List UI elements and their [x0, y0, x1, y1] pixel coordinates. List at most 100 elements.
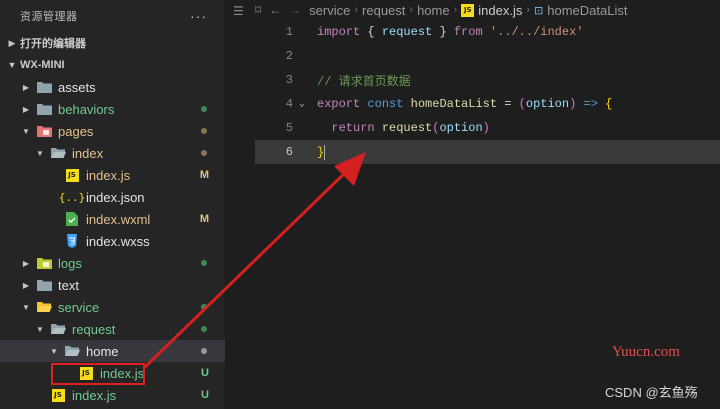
tree-folder-index[interactable]: ▼ index: [0, 142, 225, 164]
open-editors-label: 打开的编辑器: [20, 38, 86, 50]
tree-folder-home[interactable]: ▼ home: [0, 340, 225, 362]
code-line[interactable]: 1 import { request } from '../../index': [255, 20, 720, 44]
git-status-dot: [201, 326, 207, 332]
line-number: 3: [285, 73, 293, 87]
service-folder-icon: [36, 299, 52, 315]
chevron-right-icon: ›: [354, 4, 359, 16]
code-line[interactable]: 5 return request(option): [255, 116, 720, 140]
tree-file-index-json[interactable]: {..} index.json: [0, 186, 225, 208]
tree-file-index-js[interactable]: JS index.js U: [0, 384, 225, 406]
js-file-icon: JS: [78, 365, 94, 381]
git-status-badge: U: [201, 367, 209, 379]
tree-folder-pages[interactable]: ▼ pages: [0, 120, 225, 142]
tree-folder-logs[interactable]: ▶ logs: [0, 252, 225, 274]
folder-open-icon: [64, 343, 80, 359]
more-actions-icon[interactable]: ···: [190, 8, 207, 24]
js-file-icon: JS: [50, 387, 66, 403]
tree-item-label: behaviors: [58, 101, 115, 117]
breadcrumb-symbol[interactable]: homeDataList: [547, 3, 627, 18]
code-editor[interactable]: 1 import { request } from '../../index' 2 3…: [255, 20, 720, 164]
chevron-right-icon: ›: [453, 4, 458, 16]
chevron-right-icon: ▶: [8, 37, 16, 48]
wxml-file-icon: [64, 211, 80, 227]
code-token: option: [439, 121, 483, 135]
project-label: WX-MINI: [20, 59, 65, 71]
chevron-down-icon: ▼: [22, 302, 30, 312]
tree-folder-request[interactable]: ▼ request: [0, 318, 225, 340]
tree-folder-service[interactable]: ▼ service: [0, 296, 225, 318]
tree-file-index-js[interactable]: JS index.js M: [0, 164, 225, 186]
code-token: }: [317, 145, 325, 160]
project-section[interactable]: ▼ WX-MINI: [0, 54, 225, 76]
chevron-down-icon: ▼: [7, 60, 17, 70]
folder-icon: [36, 79, 52, 95]
code-line[interactable]: 6}: [255, 140, 720, 164]
code-line[interactable]: 3 // 请求首页数据: [255, 68, 720, 92]
code-token: {: [605, 97, 613, 111]
chevron-down-icon: ▼: [36, 324, 44, 334]
tree-folder-text[interactable]: ▶ text: [0, 274, 225, 296]
chevron-right-icon: ▶: [22, 280, 30, 290]
json-file-icon: {..}: [58, 190, 86, 204]
tree-file-index-wxml[interactable]: index.wxml M: [0, 208, 225, 230]
symbol-variable-icon: ⊡: [534, 4, 544, 17]
explorer-header: 资源管理器 ···: [0, 0, 225, 32]
code-token: }: [432, 25, 454, 39]
tree-item-label: pages: [58, 123, 94, 139]
chevron-right-icon: ▶: [22, 104, 30, 114]
code-token: '../../index': [489, 25, 584, 39]
code-line[interactable]: 4 ⌄ export const homeDataList = (option) =…: [255, 92, 720, 116]
watermark-author: CSDN @玄鱼殇: [605, 385, 698, 400]
code-token: import: [317, 25, 361, 39]
chevron-right-icon: ›: [409, 4, 414, 16]
chevron-right-icon: ▶: [22, 258, 30, 268]
code-token: ): [482, 121, 490, 135]
list-icon[interactable]: ☰: [233, 4, 244, 18]
code-text: }: [309, 144, 326, 160]
code-token: request: [381, 25, 433, 39]
chevron-down-icon: ▼: [36, 148, 44, 158]
breadcrumb-service[interactable]: service: [309, 3, 350, 18]
forward-arrow-icon[interactable]: →: [289, 3, 301, 17]
code-text: export const homeDataList = (option) => …: [309, 97, 612, 111]
breadcrumb-file[interactable]: index.js: [478, 3, 522, 18]
code-token: // 请求首页数据: [317, 74, 411, 89]
explorer-title: 资源管理器: [20, 11, 78, 23]
tree-folder-assets[interactable]: ▶ assets: [0, 76, 225, 98]
breadcrumb-request[interactable]: request: [362, 3, 405, 18]
code-token: option: [525, 97, 570, 111]
line-number: 5: [285, 121, 293, 135]
tree-item-label: text: [58, 277, 79, 293]
git-status-dot: [201, 150, 207, 156]
explorer-sidebar: 资源管理器 ··· ▶ 打开的编辑器 ▼ WX-MINI ▶ assets ▶ beh…: [0, 0, 226, 409]
tree-file-index-js[interactable]: JS index.js U: [0, 362, 225, 384]
line-number: 4: [285, 97, 293, 111]
breadcrumb-home[interactable]: home: [417, 3, 450, 18]
logs-folder-icon: [36, 255, 52, 271]
folder-icon: [36, 101, 52, 117]
bookmark-icon[interactable]: ⌑: [255, 3, 261, 17]
fold-chevron-icon[interactable]: ⌄: [295, 99, 309, 109]
line-number: 2: [285, 49, 293, 63]
code-token: return: [331, 121, 375, 135]
git-status-dot: [201, 106, 207, 112]
git-status-dot: [201, 304, 207, 310]
tree-folder-behaviors[interactable]: ▶ behaviors: [0, 98, 225, 120]
editor-gutter-strip: ☰: [227, 0, 255, 409]
git-status-dot: [201, 260, 207, 266]
js-file-icon: JS: [461, 3, 475, 17]
tree-file-index-wxss[interactable]: index.wxss: [0, 230, 225, 252]
code-token: from: [453, 25, 483, 39]
code-text: import { request } from '../../index': [309, 25, 584, 39]
chevron-right-icon: ▶: [22, 82, 30, 92]
code-line[interactable]: 2: [255, 44, 720, 68]
back-arrow-icon[interactable]: ←: [269, 3, 281, 17]
code-token: homeDataList: [410, 97, 498, 111]
open-editors-section[interactable]: ▶ 打开的编辑器: [0, 32, 225, 54]
pages-folder-icon: [36, 123, 52, 139]
code-token: =: [497, 97, 519, 111]
